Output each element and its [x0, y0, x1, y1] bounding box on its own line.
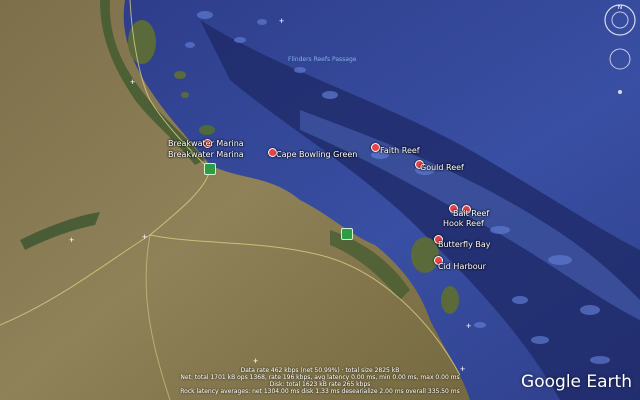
- place-label[interactable]: Faith Reef: [380, 146, 420, 155]
- navigation-controls[interactable]: N: [602, 2, 638, 102]
- place-label[interactable]: Butterfly Bay: [438, 240, 490, 249]
- status-line: Rock latency averages: net 1304.00 ms di…: [180, 388, 460, 395]
- place-label[interactable]: Hook Reef: [443, 219, 484, 228]
- highway-shield-icon: [204, 163, 216, 175]
- place-pin-icon[interactable]: [371, 143, 380, 152]
- status-line: Net: total 1701 kB ops 1368, rate 196 kb…: [180, 374, 460, 381]
- place-label[interactable]: Cid Harbour: [438, 262, 486, 271]
- crosshair-icon: +: [279, 16, 285, 26]
- island: [199, 125, 215, 135]
- status-line: Data rate 462 kbps (net 50.99%) · total …: [240, 367, 400, 374]
- place-label[interactable]: Cape Bowling Green: [276, 150, 357, 159]
- place-label[interactable]: Breakwater Marina: [168, 139, 244, 148]
- place-label[interactable]: Gould Reef: [420, 163, 464, 172]
- status-line: Disk: total 1623 kB rate 265 kbps: [269, 381, 371, 388]
- highway-shield-icon: [341, 228, 353, 240]
- crosshair-icon: +: [466, 321, 472, 331]
- crosshair-icon: +: [130, 77, 136, 87]
- place-label[interactable]: Bait Reef: [453, 209, 489, 218]
- island: [441, 286, 459, 314]
- crosshair-icon: +: [69, 235, 75, 245]
- google-earth-logo: Google Earth: [521, 372, 632, 392]
- passage-label: Flinders Reefs Passage: [288, 56, 357, 63]
- svg-text:N: N: [618, 4, 623, 11]
- look-joystick-icon: [609, 48, 631, 70]
- island: [174, 71, 186, 79]
- zoom-slider-icon: [618, 90, 622, 94]
- crosshair-icon: +: [142, 232, 148, 242]
- island: [181, 92, 189, 98]
- crosshair-icon: +: [253, 356, 259, 366]
- map-viewport[interactable]: N + + + + + + + Flinders Reefs Passage B…: [0, 0, 640, 400]
- place-label[interactable]: Breakwater Marina: [168, 150, 244, 159]
